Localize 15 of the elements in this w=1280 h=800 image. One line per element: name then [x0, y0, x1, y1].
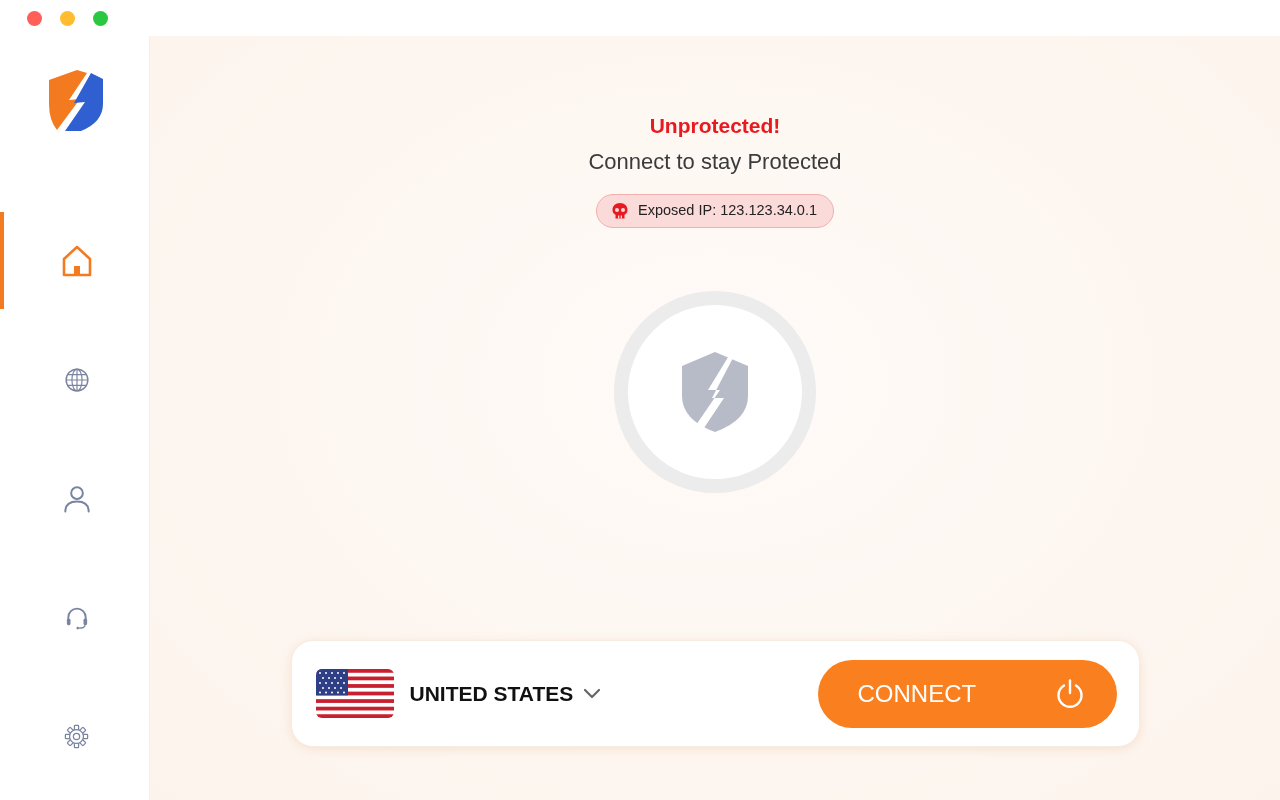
- globe-icon: [63, 366, 90, 393]
- shield-logo-icon: [47, 68, 105, 132]
- window-minimize-icon[interactable]: [60, 10, 75, 26]
- user-icon: [61, 483, 92, 514]
- chevron-down-icon: [583, 687, 602, 700]
- settings-icon: [64, 724, 89, 749]
- country-selector[interactable]: UNITED STATES: [315, 669, 602, 718]
- country-name: UNITED STATES: [409, 680, 574, 707]
- status-title: Unprotected!: [649, 113, 781, 139]
- status-subtitle: Connect to stay Protected: [588, 148, 842, 176]
- window-maximize-icon[interactable]: [93, 10, 108, 26]
- flag-icon: [315, 669, 394, 718]
- skull-icon: [611, 202, 629, 220]
- exposed-ip-text: Exposed IP: 123.123.34.0.1: [638, 201, 817, 221]
- window-close-icon[interactable]: [27, 10, 42, 26]
